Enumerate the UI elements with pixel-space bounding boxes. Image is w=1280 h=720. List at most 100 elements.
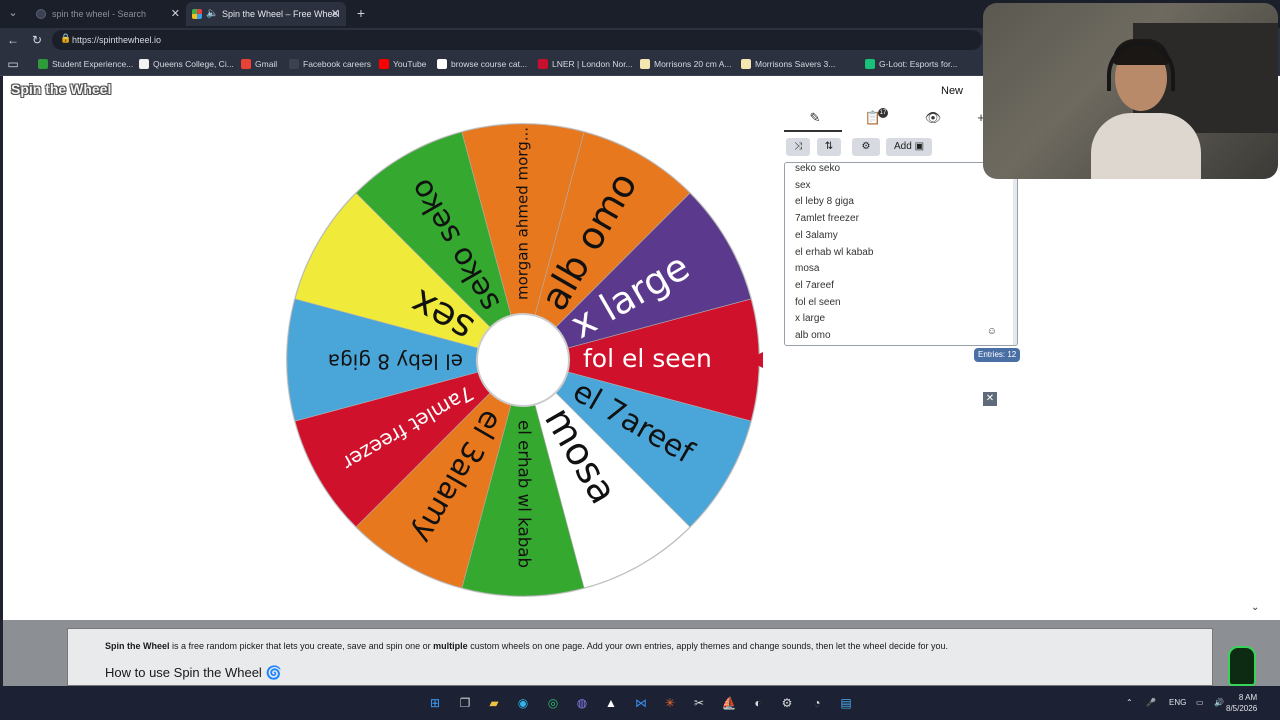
- bookmark-favicon: [139, 59, 149, 69]
- app-icon[interactable]: ◎: [544, 694, 562, 712]
- wheel-center-hub[interactable]: [476, 313, 570, 407]
- bookmark-label: Morrisons Savers 3...: [755, 59, 836, 69]
- bookmark-favicon: [289, 59, 299, 69]
- close-icon[interactable]: ✕: [983, 392, 997, 406]
- info-text-bold: multiple: [433, 641, 468, 651]
- entries-textarea[interactable]: ☺ seko seko sex el leby 8 giga 7amlet freez…: [784, 162, 1018, 346]
- microphone-icon[interactable]: 🎤: [1146, 686, 1156, 720]
- entry-line[interactable]: seko seko: [795, 163, 840, 174]
- reload-icon[interactable]: ↻: [28, 31, 46, 49]
- add-image-button[interactable]: Add ▣: [886, 138, 932, 156]
- entry-line[interactable]: 7amlet freezer: [795, 213, 859, 224]
- windows-start-icon[interactable]: ⊞: [426, 694, 444, 712]
- bookmark-label: Morrisons 20 cm A...: [654, 59, 732, 69]
- swirl-icon: 🌀: [265, 665, 282, 680]
- settings-gear-icon[interactable]: ⚙: [778, 694, 796, 712]
- steam-icon[interactable]: ⛵: [720, 694, 738, 712]
- star-app-icon[interactable]: ✳: [661, 694, 679, 712]
- active-tab-indicator: [784, 130, 842, 132]
- tab-search-label: spin the wheel - Search: [52, 9, 147, 19]
- entry-line[interactable]: mosa: [795, 263, 819, 274]
- tab-search[interactable]: spin the wheel - Search ✕: [22, 2, 186, 26]
- site-logo[interactable]: Spin the Wheel: [11, 81, 111, 97]
- bookmark-morrisons-20cm[interactable]: Morrisons 20 cm A...: [640, 52, 731, 76]
- clock-time: 8 AM: [1238, 693, 1258, 702]
- entry-line[interactable]: el erhab wl kabab: [795, 247, 873, 258]
- bookmark-label: Queens College, Ci...: [153, 59, 234, 69]
- shuffle-icon[interactable]: ⤨: [786, 138, 810, 156]
- entry-line[interactable]: fol el seen: [795, 297, 841, 308]
- system-clock[interactable]: 8 AM 8/5/2026: [1226, 692, 1257, 714]
- editor-tabs: ✎ 📋 17 👁 +: [784, 108, 994, 132]
- webcam-person-body: [1091, 113, 1201, 179]
- close-tab-icon[interactable]: ✕: [331, 2, 340, 26]
- speaker-icon[interactable]: 🔈: [206, 2, 218, 26]
- bottle-sticker-icon: [1228, 646, 1256, 686]
- edit-pencil-icon[interactable]: ✎: [800, 110, 830, 132]
- bookmark-queens-college[interactable]: Queens College, Ci...: [139, 52, 234, 76]
- entry-line[interactable]: el leby 8 giga: [795, 196, 854, 207]
- hide-eye-icon[interactable]: 👁: [918, 110, 948, 132]
- snipping-tool-icon[interactable]: ✂: [690, 694, 708, 712]
- obs-icon[interactable]: ◐: [749, 694, 767, 712]
- entry-line[interactable]: x large: [795, 313, 825, 324]
- back-arrow-icon[interactable]: ←: [4, 31, 22, 49]
- add-image-label: Add: [893, 141, 912, 152]
- how-to-heading-text: How to use Spin the Wheel: [105, 665, 262, 680]
- bookmark-label: Facebook careers: [303, 59, 372, 69]
- tray-chevron-icon[interactable]: ⌃: [1126, 686, 1133, 720]
- windows-taskbar: ⊞ ❐ ▰ ◉ ◎ ◍ ▲ ⋈ ✳ ✂ ⛵ ◐ ⚙ ◔ ▤ ⌃ 🎤 ENG ▭ …: [0, 686, 1280, 720]
- entry-line[interactable]: el 7areef: [795, 280, 834, 291]
- bookmark-student-experience[interactable]: Student Experience...: [38, 52, 133, 76]
- new-wheel-button[interactable]: New: [941, 85, 963, 97]
- bookmark-g-loot[interactable]: G-Loot: Esports for...: [865, 52, 957, 76]
- vscode-icon[interactable]: ⋈: [632, 694, 650, 712]
- volume-icon[interactable]: 🔊: [1214, 686, 1224, 720]
- arc-icon[interactable]: ▲: [602, 694, 620, 712]
- task-view-icon[interactable]: ❐: [456, 694, 474, 712]
- bookmark-label: G-Loot: Esports for...: [879, 59, 958, 69]
- file-explorer-icon[interactable]: ▰: [485, 694, 503, 712]
- info-text-a: is a free random picker that lets you cr…: [169, 641, 434, 651]
- discord-icon[interactable]: ◍: [573, 694, 591, 712]
- chevron-down-icon[interactable]: ⌄: [1251, 602, 1259, 613]
- clipboard-results-icon[interactable]: 📋 17: [858, 108, 888, 132]
- wheel-segment-label: el erhab wl kabab: [515, 420, 534, 568]
- bookmark-facebook-careers[interactable]: Facebook careers: [289, 52, 371, 76]
- bookmark-label: LNER | London Nor...: [552, 59, 633, 69]
- bookmark-favicon: [538, 59, 548, 69]
- bookmark-label: YouTube: [393, 59, 427, 69]
- close-tab-icon[interactable]: ✕: [171, 2, 180, 26]
- entry-line[interactable]: sex: [795, 180, 811, 191]
- tab-list-chevron-icon[interactable]: ⌄: [4, 4, 22, 22]
- bookmark-youtube[interactable]: YouTube: [379, 52, 426, 76]
- how-to-heading: How to use Spin the Wheel 🌀: [105, 665, 282, 681]
- bookmark-favicon: [379, 59, 389, 69]
- emoji-icon[interactable]: ☺: [987, 326, 997, 337]
- address-bar[interactable]: 🔒 https://spinthewheel.io: [52, 30, 982, 50]
- bookmark-label: Student Experience...: [52, 59, 134, 69]
- info-section: Spin the Wheel is a free random picker t…: [3, 620, 1280, 686]
- sidebar-toggle-icon[interactable]: ▭: [4, 55, 22, 73]
- photos-icon[interactable]: ▤: [837, 694, 855, 712]
- bookmark-browse-course[interactable]: browse course cat...: [437, 52, 527, 76]
- tab-spin-the-wheel[interactable]: 🔈 Spin the Wheel – Free Wheel ✕: [186, 2, 346, 26]
- bookmark-lner[interactable]: LNER | London Nor...: [538, 52, 633, 76]
- edge-browser-icon[interactable]: ◉: [514, 694, 532, 712]
- bookmark-gmail[interactable]: Gmail: [241, 52, 277, 76]
- spin-wheel[interactable]: fol el seenel 7areefmosael erhab wl kaba…: [283, 120, 763, 600]
- info-brand: Spin the Wheel: [105, 641, 170, 651]
- info-description: Spin the Wheel is a free random picker t…: [105, 641, 948, 651]
- entry-line[interactable]: alb omo: [795, 330, 831, 341]
- entries-scrollbar[interactable]: [1013, 163, 1017, 345]
- bookmark-morrisons-savers[interactable]: Morrisons Savers 3...: [741, 52, 835, 76]
- search-tab-favicon: [36, 9, 46, 19]
- settings-gear-icon[interactable]: ⚙: [852, 138, 880, 156]
- new-tab-button[interactable]: +: [352, 4, 370, 22]
- chrome-icon[interactable]: ◔: [808, 694, 826, 712]
- language-indicator[interactable]: ENG: [1169, 686, 1186, 720]
- bookmark-favicon: [437, 59, 447, 69]
- entry-line[interactable]: el 3alamy: [795, 230, 838, 241]
- sort-icon[interactable]: ⇅: [817, 138, 841, 156]
- network-icon[interactable]: ▭: [1196, 686, 1204, 720]
